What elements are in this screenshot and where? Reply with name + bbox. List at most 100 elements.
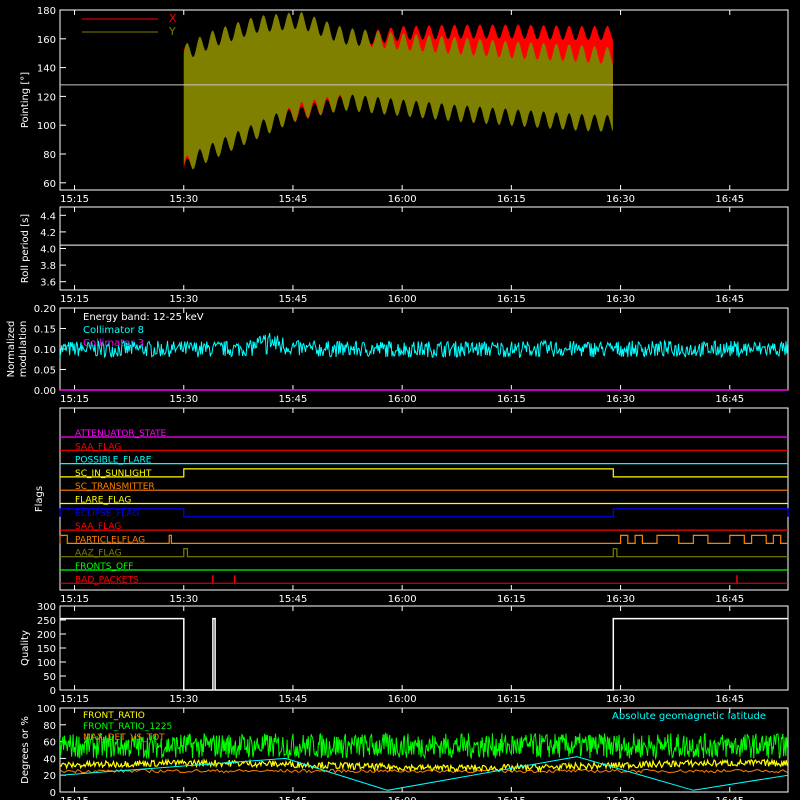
y-tick-label: 0: [50, 686, 56, 697]
x-tick-label: 15:45: [279, 294, 308, 305]
y-tick-label: 0.10: [34, 345, 56, 356]
y-axis-label: Pointing [°]: [20, 72, 31, 128]
x-tick-label: 16:45: [715, 294, 744, 305]
y-tick-label: 4.4: [40, 211, 56, 222]
y-tick-label: 250: [37, 616, 56, 627]
quality-line: [60, 617, 788, 691]
x-tick-label: 15:45: [279, 796, 308, 800]
y-tick-label: 60: [43, 179, 56, 190]
x-tick-label: 16:45: [715, 796, 744, 800]
y-tick-label: 0.15: [34, 325, 56, 336]
x-tick-label: 16:15: [497, 194, 526, 205]
x-tick-label: 16:15: [497, 796, 526, 800]
flag-line-9: [60, 548, 788, 558]
y-tick-label: 0: [50, 788, 56, 799]
y-tick-label: 180: [37, 6, 56, 17]
y-tick-label: 200: [37, 630, 56, 641]
y-tick-label: 40: [43, 754, 56, 765]
y-tick-label: 80: [43, 721, 56, 732]
flag-label-6: ECLIPSE_FLAG: [75, 509, 139, 519]
x-tick-label: 15:15: [60, 294, 89, 305]
y-axis-label: Quality: [20, 630, 31, 666]
x-tick-label: 16:45: [715, 194, 744, 205]
energy-band-label: Energy band: 12-25 keV: [83, 312, 204, 323]
y-axis-label: Normalized: [6, 321, 17, 378]
flag-line-3: [60, 468, 788, 478]
x-tick-label: 16:45: [715, 694, 744, 705]
x-tick-label: 16:15: [497, 594, 526, 605]
y-tick-label: 4.0: [40, 245, 56, 256]
y-tick-label: 4.2: [40, 228, 56, 239]
y-tick-label: 50: [43, 672, 56, 683]
annotation-geomagnetic-latitude: Absolute geomagnetic latitude: [612, 711, 766, 722]
x-tick-label: 15:30: [169, 194, 198, 205]
legend-label-collimator-3: Collimator 3: [83, 338, 144, 349]
y-axis-label: Flags: [34, 486, 45, 512]
y-tick-label: 20: [43, 771, 56, 782]
flag-line-8: [59, 534, 788, 545]
y-tick-label: 80: [43, 150, 56, 161]
x-tick-label: 16:00: [388, 796, 417, 800]
x-tick-label: 16:30: [606, 594, 635, 605]
legend-label-x: X: [169, 12, 177, 25]
panel-frame: [59, 206, 789, 291]
y-axis-label: Roll period [s]: [20, 214, 31, 283]
x-tick-label: 15:30: [169, 394, 198, 405]
x-tick-label: 16:00: [388, 394, 417, 405]
series-line-front-ratio: [60, 757, 788, 773]
x-tick-label: 16:15: [497, 294, 526, 305]
x-tick-label: 16:15: [497, 394, 526, 405]
x-tick-label: 15:15: [60, 394, 89, 405]
x-tick-label: 16:45: [715, 594, 744, 605]
y-tick-label: 100: [37, 121, 56, 132]
x-tick-label: 15:15: [60, 796, 89, 800]
x-tick-label: 16:30: [606, 796, 635, 800]
x-tick-label: 15:30: [169, 294, 198, 305]
x-tick-label: 15:15: [60, 194, 89, 205]
y-tick-label: 160: [37, 35, 56, 46]
x-tick-label: 16:15: [497, 694, 526, 705]
flag-line-6: [59, 508, 789, 518]
series-band-y: [183, 12, 613, 170]
y-tick-label: 3.6: [40, 278, 56, 289]
y-tick-label: 140: [37, 64, 56, 75]
x-tick-label: 15:45: [279, 394, 308, 405]
x-tick-label: 15:30: [169, 796, 198, 800]
x-tick-label: 16:00: [388, 294, 417, 305]
x-tick-label: 15:15: [60, 594, 89, 605]
x-tick-label: 15:45: [279, 194, 308, 205]
y-tick-label: 300: [37, 602, 56, 613]
panel-frame: [59, 407, 789, 591]
legend-label-front-ratio-1225: FRONT_RATIO_1225: [83, 722, 172, 732]
x-tick-label: 15:30: [169, 694, 198, 705]
stix-quicklook-figure: 15:15 15:30 15:45 16:00 16:15 16:30 16:45 60 80 1…: [6, 6, 789, 800]
y-tick-label: 60: [43, 738, 56, 749]
x-tick-label: 16:00: [388, 694, 417, 705]
legend-label-max-det-vs-tot: MAX_DET_VS_TOT: [83, 733, 165, 743]
x-tick-label: 15:30: [169, 594, 198, 605]
legend-label-collimator-8: Collimator 8: [83, 325, 144, 336]
x-tick-label: 16:45: [715, 394, 744, 405]
y-tick-label: 0.20: [34, 304, 56, 315]
y-tick-label: 0.05: [34, 366, 56, 377]
x-tick-label: 16:30: [606, 694, 635, 705]
legend-label-front-ratio: FRONT_RATIO: [83, 711, 145, 721]
series-line-collimator-8: [59, 332, 789, 359]
x-tick-label: 15:45: [279, 694, 308, 705]
ratio-plot: [60, 731, 788, 791]
legend-label-y: Y: [168, 25, 176, 38]
y-tick-label: 120: [37, 92, 56, 103]
y-axis-label: Degrees or %: [20, 716, 31, 784]
y-tick-label: 3.8: [40, 261, 56, 272]
y-tick-label: 150: [37, 644, 56, 655]
series-line-max-det-vs-tot: [60, 768, 788, 774]
x-tick-label: 16:00: [388, 594, 417, 605]
x-tick-label: 15:45: [279, 594, 308, 605]
x-tick-label: 16:00: [388, 194, 417, 205]
y-tick-label: 0.00: [34, 386, 56, 397]
x-tick-label: 16:30: [606, 194, 635, 205]
x-tick-label: 16:30: [606, 394, 635, 405]
series-line-front-ratio-1225: [60, 731, 788, 761]
y-axis-label: modulation: [18, 321, 29, 378]
y-tick-label: 100: [37, 704, 56, 715]
